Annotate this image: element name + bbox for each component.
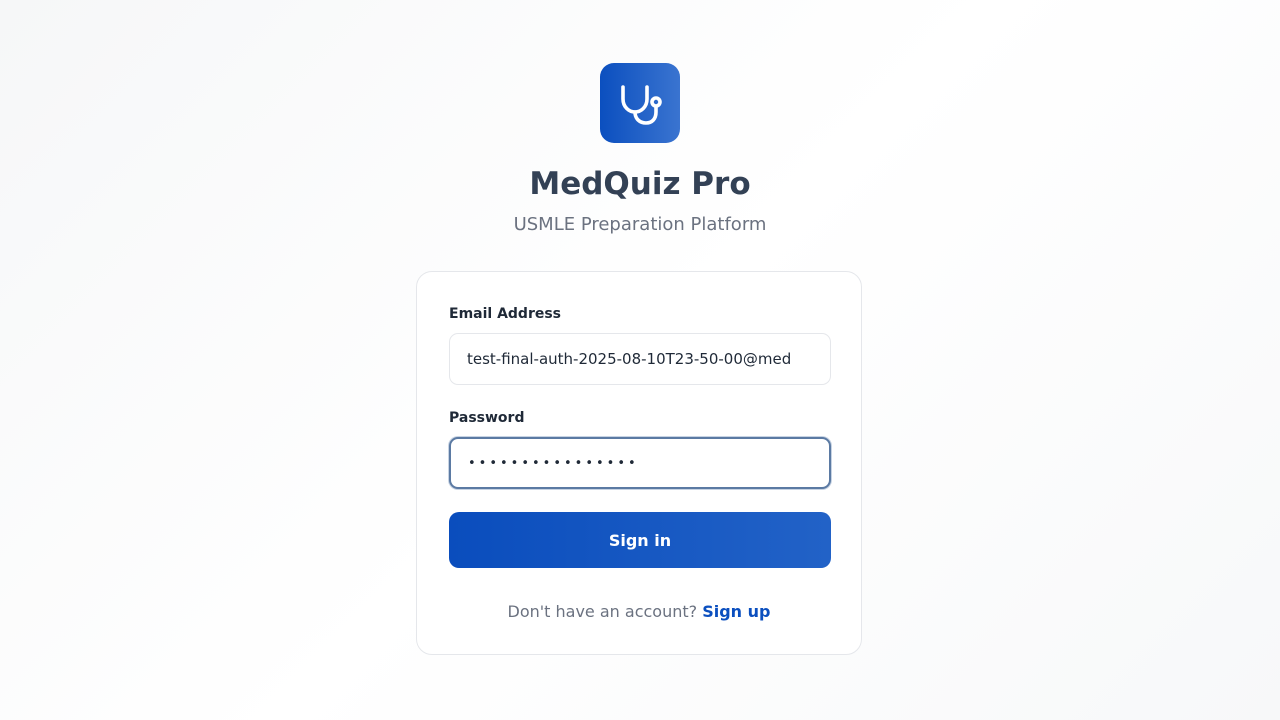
stethoscope-icon — [621, 85, 662, 125]
password-label: Password — [449, 410, 525, 426]
signup-prompt-line: Don't have an account? Sign up — [417, 600, 861, 624]
app-title: MedQuiz Pro — [529, 166, 751, 202]
app-logo — [600, 63, 680, 143]
password-input[interactable] — [449, 437, 831, 489]
login-card: Email Address Password Sign in Don't hav… — [416, 271, 862, 655]
login-page: MedQuiz Pro USMLE Preparation Platform E… — [0, 0, 1280, 720]
signup-prompt-text: Don't have an account? — [507, 602, 698, 621]
email-label: Email Address — [449, 306, 562, 322]
sign-in-button[interactable]: Sign in — [449, 512, 831, 568]
sign-up-link[interactable]: Sign up — [702, 602, 770, 621]
email-input[interactable] — [449, 333, 831, 385]
app-subtitle: USMLE Preparation Platform — [513, 214, 767, 235]
